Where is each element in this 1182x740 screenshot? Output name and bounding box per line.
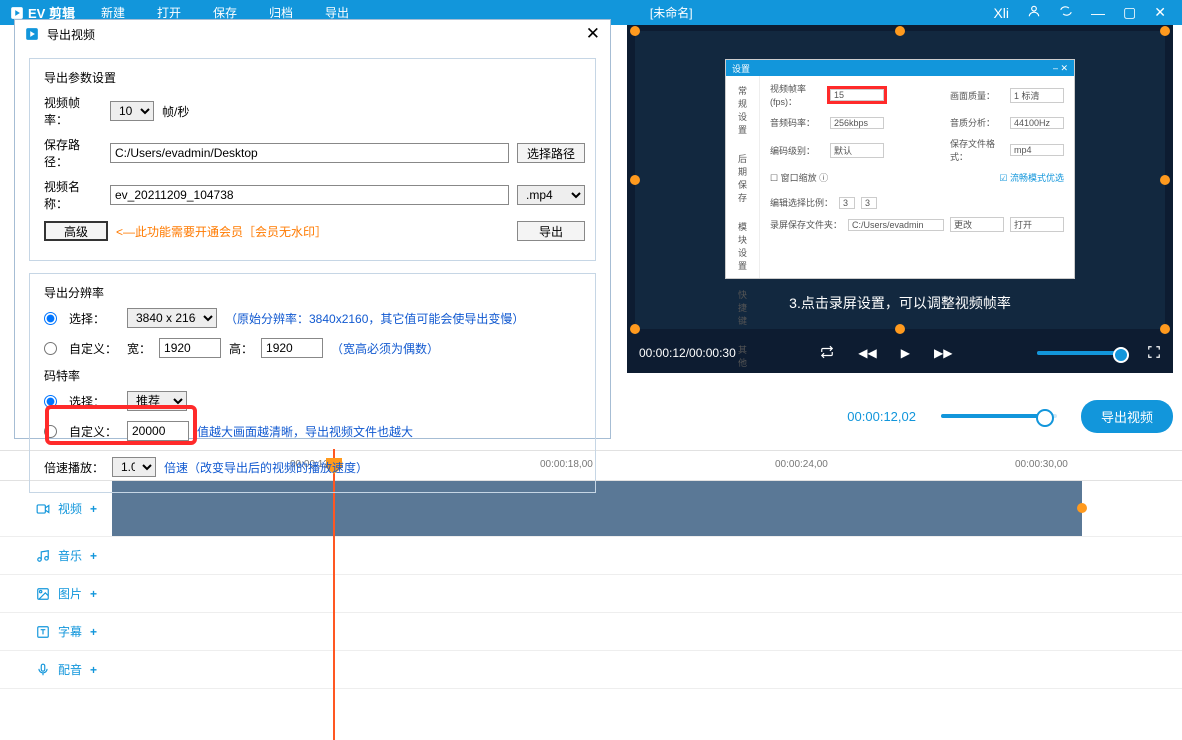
res-select-radio[interactable] xyxy=(44,312,57,325)
close-window-button[interactable]: ✕ xyxy=(1154,4,1166,21)
track-label: 字幕 xyxy=(58,623,82,640)
dialog-icon xyxy=(25,27,39,41)
add-voice-button[interactable]: + xyxy=(90,663,97,677)
export-params: 导出参数设置 视频帧率： 10 帧/秒 保存路径： 选择路径 视频名称： .mp… xyxy=(29,58,596,261)
playbar: 00:00:12/00:00:30 ◀◀ ▶ ▶▶ xyxy=(627,333,1173,373)
res-w-label: 宽： xyxy=(127,340,151,357)
speed-name: 倍速 xyxy=(164,461,188,475)
br-custom-label: 自定义： xyxy=(69,423,119,440)
fps-select[interactable]: 10 xyxy=(110,101,154,121)
volume-slider[interactable] xyxy=(1037,351,1123,355)
add-subtitle-button[interactable]: + xyxy=(90,625,97,639)
loop-icon[interactable] xyxy=(820,345,834,362)
mic-icon xyxy=(36,663,50,677)
preview-panel: 设置– ✕ 常规设置 后期保存 模块设置 快捷键 其他 视频帧率 (fps)：1… xyxy=(627,25,1173,373)
res-custom-radio[interactable] xyxy=(44,342,57,355)
speed-label: 倍速播放： xyxy=(44,459,104,476)
maximize-button[interactable]: ▢ xyxy=(1123,4,1136,21)
br-custom-radio[interactable] xyxy=(44,425,57,438)
add-image-button[interactable]: + xyxy=(90,587,97,601)
params-heading: 导出参数设置 xyxy=(44,69,585,86)
rewind-icon[interactable]: ◀◀ xyxy=(858,346,876,360)
track-label: 配音 xyxy=(58,661,82,678)
export-dialog: 导出视频 ✕ 导出参数设置 视频帧率： 10 帧/秒 保存路径： 选择路径 视频… xyxy=(14,19,611,439)
sync-icon[interactable] xyxy=(1059,4,1073,21)
ruler-tick: 00:00:24,00 xyxy=(775,459,828,470)
speed-select[interactable]: 1.0 xyxy=(112,457,156,477)
window-controls: Xli — ▢ ✕ xyxy=(977,4,1182,21)
advanced-section: 导出分辨率 选择： 3840 x 2160 （原始分辨率：3840x2160，其… xyxy=(29,273,596,493)
res-hint: （原始分辨率：3840x2160，其它值可能会使导出变慢） xyxy=(225,310,524,327)
play-icon[interactable]: ▶ xyxy=(901,346,910,360)
advanced-button[interactable]: 高级 xyxy=(44,221,108,241)
rs-tab: 常规设置 xyxy=(726,76,759,144)
res-h-label: 高： xyxy=(229,340,253,357)
track-subtitle[interactable]: 字幕 + xyxy=(0,613,1182,651)
br-select[interactable]: 推荐 xyxy=(127,391,187,411)
crop-handle[interactable] xyxy=(895,26,905,36)
crop-handle[interactable] xyxy=(630,26,640,36)
crop-handle[interactable] xyxy=(1160,175,1170,185)
track-music[interactable]: 音乐 + xyxy=(0,537,1182,575)
rs-tab: 后期保存 xyxy=(726,144,759,212)
rs-tab: 模块设置 xyxy=(726,212,759,280)
user-icon[interactable] xyxy=(1027,4,1041,21)
br-hint: 值越大画面越清晰，导出视频文件也越大 xyxy=(197,423,413,440)
speed-hint: （改变导出后的视频的播放速度） xyxy=(188,461,368,475)
ruler-tick: 00:00:30,00 xyxy=(1015,459,1068,470)
resolution-heading: 导出分辨率 xyxy=(44,284,585,301)
res-select[interactable]: 3840 x 2160 xyxy=(127,308,217,328)
track-label: 图片 xyxy=(58,585,82,602)
forward-icon[interactable]: ▶▶ xyxy=(934,346,952,360)
crop-handle[interactable] xyxy=(630,175,640,185)
dialog-title: 导出视频 xyxy=(47,26,95,43)
music-icon xyxy=(36,549,50,563)
res-width-input[interactable] xyxy=(159,338,221,358)
path-label: 保存路径： xyxy=(44,136,102,170)
rs-title: 设置 xyxy=(732,62,750,75)
res-select-label: 选择： xyxy=(69,310,119,327)
preview-canvas: 设置– ✕ 常规设置 后期保存 模块设置 快捷键 其他 视频帧率 (fps)：1… xyxy=(635,31,1165,329)
res-height-input[interactable] xyxy=(261,338,323,358)
user-name[interactable]: Xli xyxy=(993,5,1009,21)
rs-close-icon: – ✕ xyxy=(1053,63,1068,74)
preview-caption: 3.点击录屏设置，可以调整视频帧率 xyxy=(635,293,1165,313)
track-label: 音乐 xyxy=(58,547,82,564)
crop-handle[interactable] xyxy=(1160,26,1170,36)
dialog-close-button[interactable]: ✕ xyxy=(586,24,600,44)
br-custom-input[interactable] xyxy=(127,421,189,441)
fps-unit: 帧/秒 xyxy=(162,103,189,120)
res-custom-label: 自定义： xyxy=(69,340,119,357)
browse-button[interactable]: 选择路径 xyxy=(517,143,585,163)
right-bottom-bar: 00:00:12,02 导出视频 xyxy=(627,394,1173,438)
recorded-settings-window: 设置– ✕ 常规设置 后期保存 模块设置 快捷键 其他 视频帧率 (fps)：1… xyxy=(725,59,1075,279)
name-label: 视频名称： xyxy=(44,178,102,212)
export-button[interactable]: 导出 xyxy=(517,221,585,241)
track-voice[interactable]: 配音 + xyxy=(0,651,1182,689)
br-select-radio[interactable] xyxy=(44,395,57,408)
path-input[interactable] xyxy=(110,143,509,163)
bitrate-heading: 码特率 xyxy=(44,367,585,384)
track-image[interactable]: 图片 + xyxy=(0,575,1182,613)
clip-handle[interactable] xyxy=(1077,503,1087,513)
ext-select[interactable]: .mp4 xyxy=(517,185,585,205)
zoom-slider[interactable] xyxy=(941,414,1057,418)
fps-label: 视频帧率： xyxy=(44,94,102,128)
text-icon xyxy=(36,625,50,639)
br-select-label: 选择： xyxy=(69,393,119,410)
image-icon xyxy=(36,587,50,601)
timecode-display[interactable]: 00:00:12,02 xyxy=(846,408,917,425)
dialog-titlebar: 导出视频 ✕ xyxy=(15,20,610,48)
add-music-button[interactable]: + xyxy=(90,549,97,563)
name-input[interactable] xyxy=(110,185,509,205)
preview-time: 00:00:12/00:00:30 xyxy=(639,346,736,360)
minimize-button[interactable]: — xyxy=(1091,5,1105,21)
res-custom-hint: （宽高必须为偶数） xyxy=(331,340,439,357)
fullscreen-icon[interactable] xyxy=(1147,345,1161,362)
vip-hint: <—此功能需要开通会员［会员无水印］ xyxy=(116,223,327,240)
export-video-button[interactable]: 导出视频 xyxy=(1081,400,1173,433)
